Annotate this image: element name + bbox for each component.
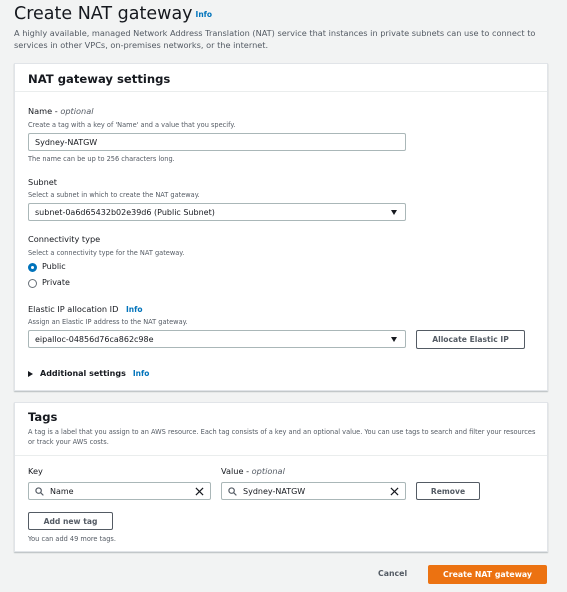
tags-title: Tags: [28, 410, 58, 424]
elastic-ip-info-link[interactable]: Info: [126, 305, 143, 314]
search-icon: [228, 486, 237, 496]
tag-value-input[interactable]: Sydney-NATGW: [221, 482, 406, 500]
radio-public-label[interactable]: Public: [42, 262, 66, 271]
settings-title: NAT gateway settings: [28, 72, 171, 86]
tag-key-input[interactable]: Name: [28, 482, 211, 500]
subnet-select-value: subnet-0a6d65432b02e39d6 (Public Subnet): [35, 207, 215, 217]
cancel-button[interactable]: Cancel: [378, 569, 407, 578]
settings-card-header: NAT gateway settings: [15, 64, 547, 92]
radio-private[interactable]: [28, 279, 37, 288]
connectivity-hint: Select a connectivity type for the NAT g…: [28, 249, 185, 257]
tag-key-label: Key: [28, 466, 43, 476]
radio-private-label[interactable]: Private: [42, 278, 70, 287]
name-hint: Create a tag with a key of 'Name' and a …: [28, 121, 236, 129]
elastic-ip-select[interactable]: eipalloc-04856d76ca862c98e: [28, 330, 406, 348]
page-description: A highly available, managed Network Addr…: [14, 28, 536, 50]
allocate-elastic-ip-button[interactable]: Allocate Elastic IP: [416, 330, 525, 349]
create-nat-gateway-button[interactable]: Create NAT gateway: [428, 565, 547, 584]
name-constraint: The name can be up to 256 characters lon…: [28, 155, 175, 163]
tags-card-header: Tags A tag is a label that you assign to…: [15, 403, 547, 456]
tag-value-value: Sydney-NATGW: [243, 486, 306, 496]
add-new-tag-button[interactable]: Add new tag: [28, 512, 113, 530]
page-info-link[interactable]: Info: [196, 10, 213, 19]
tag-key-value: Name: [50, 486, 74, 496]
search-icon: [35, 486, 44, 496]
clear-icon[interactable]: [390, 487, 399, 496]
caret-right-icon: [28, 370, 33, 377]
caret-down-icon: [391, 337, 397, 342]
subnet-select[interactable]: subnet-0a6d65432b02e39d6 (Public Subnet): [28, 203, 406, 221]
clear-icon[interactable]: [195, 487, 204, 496]
tags-remaining: You can add 49 more tags.: [28, 535, 116, 543]
tags-description: A tag is a label that you assign to an A…: [28, 428, 536, 446]
caret-down-icon: [391, 210, 397, 215]
additional-settings-label: Additional settings: [40, 369, 126, 378]
elastic-ip-select-value: eipalloc-04856d76ca862c98e: [35, 334, 154, 344]
subnet-hint: Select a subnet in which to create the N…: [28, 191, 200, 199]
page-title: Create NAT gateway Info: [14, 4, 213, 24]
elastic-ip-label: Elastic IP allocation ID Info: [28, 304, 143, 314]
elastic-ip-hint: Assign an Elastic IP address to the NAT …: [28, 318, 188, 326]
additional-settings-info-link[interactable]: Info: [133, 369, 150, 378]
remove-tag-button[interactable]: Remove: [416, 482, 480, 500]
name-label: Name - optional: [28, 106, 94, 116]
name-input[interactable]: Sydney-NATGW: [28, 133, 406, 151]
radio-public[interactable]: [28, 263, 37, 272]
nat-gateway-settings-card: NAT gateway settings Name - optional Cre…: [14, 63, 548, 391]
name-input-value: Sydney-NATGW: [35, 137, 98, 147]
tag-value-label: Value - optional: [221, 466, 285, 476]
subnet-label: Subnet: [28, 177, 58, 187]
additional-settings-toggle[interactable]: Additional settings Info: [28, 369, 149, 378]
tags-card: Tags A tag is a label that you assign to…: [14, 402, 548, 552]
connectivity-label: Connectivity type: [28, 234, 101, 244]
